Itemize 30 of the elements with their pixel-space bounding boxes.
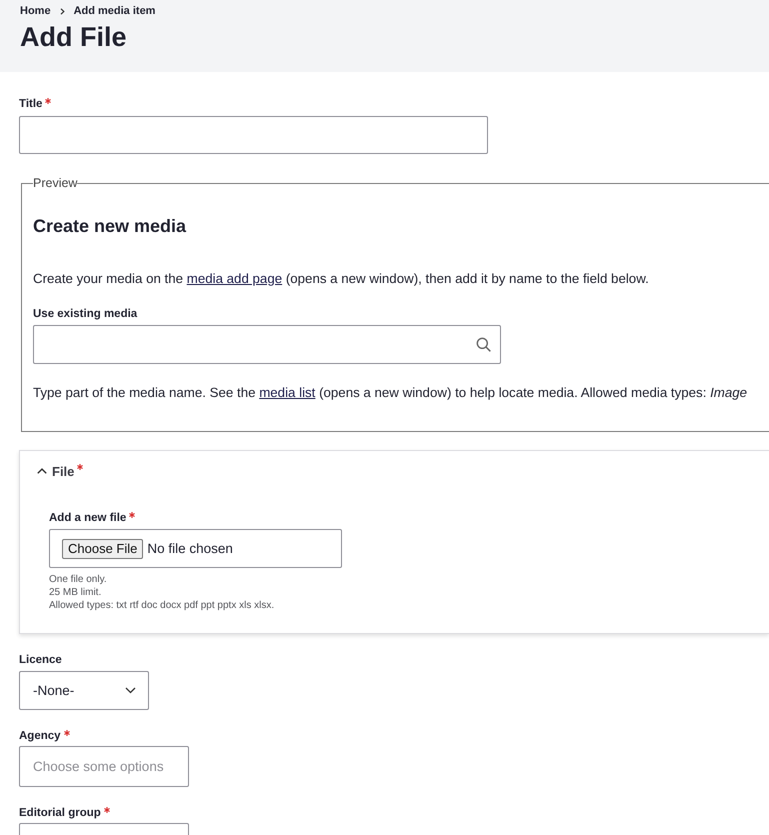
field-label: Add a new file	[49, 511, 126, 525]
choose-file-button[interactable]: Choose File	[62, 538, 144, 558]
chevron-up-icon	[37, 468, 47, 474]
file-status-text: No file chosen	[147, 541, 233, 556]
help-text: 25 MB limit.	[49, 586, 102, 599]
field-label: Editorial group	[19, 806, 101, 820]
breadcrumb-current: Add media item	[74, 4, 156, 18]
search-icon	[476, 337, 491, 352]
inline-link[interactable]: media add page	[186, 271, 282, 286]
help-text: Allowed types: txt rtf doc docx pdf ppt pptx xls xlsx.	[49, 599, 274, 612]
title-input[interactable]	[19, 116, 488, 154]
file-upload-field[interactable]: Choose File No file chosen	[49, 529, 342, 568]
field-label: Title	[19, 97, 42, 111]
section-heading: Create new media	[33, 215, 186, 237]
help-text: One file only.	[49, 573, 107, 586]
chevron-right-icon	[60, 8, 65, 14]
search-field[interactable]	[33, 325, 501, 364]
field-label: Licence	[19, 653, 62, 667]
description-text: Type part of the media name. See the media list (opens a new window) to help locate media. Allowed media types: Image	[33, 384, 748, 402]
description-text: Create your media on the media add page (opens a new window), then add it by name to the field below.	[33, 270, 650, 288]
inline-link[interactable]: media list	[259, 385, 316, 400]
multi-select-field[interactable]: Choose some options	[19, 746, 189, 787]
breadcrumb-link[interactable]: Home	[20, 4, 51, 18]
fieldset-legend: Preview	[33, 176, 78, 190]
file-section-toggle[interactable]: File	[37, 464, 84, 478]
dropdown-select[interactable]: -None-	[19, 671, 149, 710]
chevron-down-icon	[125, 687, 136, 694]
field-label: Use existing media	[33, 307, 138, 321]
page-title: Add File	[20, 21, 126, 53]
field-label: Agency	[19, 729, 61, 743]
